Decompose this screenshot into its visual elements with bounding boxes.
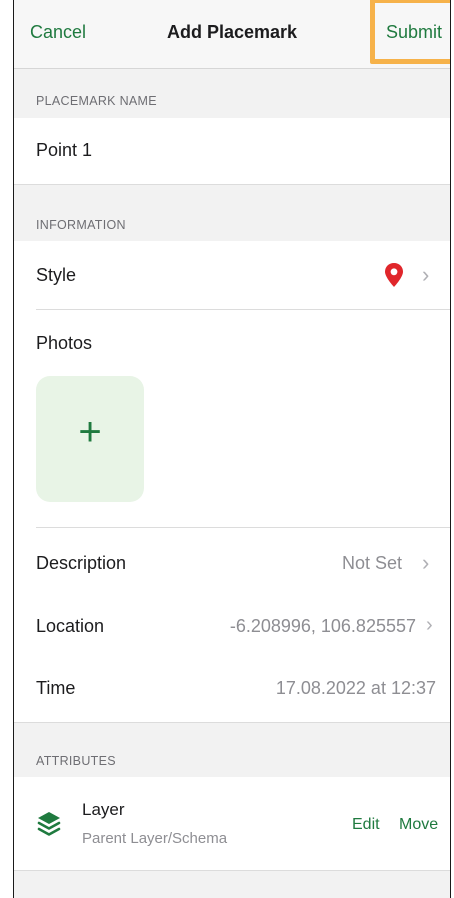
- description-value: Not Set: [341, 553, 402, 573]
- layer-row[interactable]: [14, 777, 450, 871]
- move-button[interactable]: Move: [399, 816, 438, 834]
- chevron-right-icon: ›: [426, 614, 433, 636]
- navigation-bar: Cancel Add Placemark Submit: [14, 0, 450, 69]
- add-photo-button[interactable]: +: [36, 376, 144, 502]
- layers-icon: [37, 812, 61, 836]
- time-row[interactable]: Time 17.08.2022 at 12:37: [14, 660, 450, 720]
- style-label: Style: [36, 265, 77, 285]
- description-label: Description: [36, 553, 127, 573]
- photos-label: Photos: [36, 333, 93, 353]
- placemark-name-header: PLACEMARK NAME: [36, 94, 157, 108]
- plus-icon: +: [78, 410, 102, 454]
- placemark-name-field[interactable]: Point 1: [36, 140, 92, 161]
- location-row[interactable]: Location -6.208996, 106.825557 ›: [14, 598, 450, 658]
- chevron-right-icon: ›: [422, 550, 430, 575]
- submit-button[interactable]: Submit: [386, 22, 442, 43]
- layer-subtitle: Parent Layer/Schema: [82, 830, 228, 847]
- location-label: Location: [36, 616, 105, 636]
- description-row[interactable]: Description Not Set ›: [14, 528, 450, 594]
- information-header: INFORMATION: [36, 218, 126, 232]
- layer-title: Layer: [82, 800, 125, 819]
- app-frame: Cancel Add Placemark Submit PLACEMARK NA…: [13, 0, 451, 898]
- map-pin-icon: [385, 263, 403, 287]
- chevron-right-icon: ›: [422, 262, 430, 287]
- divider: [36, 309, 450, 310]
- style-row[interactable]: Style ›: [14, 241, 450, 309]
- time-value: 17.08.2022 at 12:37: [275, 678, 436, 698]
- location-value: -6.208996, 106.825557: [229, 616, 416, 636]
- time-label: Time: [36, 678, 76, 698]
- attributes-header: ATTRIBUTES: [36, 754, 116, 768]
- edit-button[interactable]: Edit: [352, 816, 380, 834]
- placemark-name-row[interactable]: Point 1: [14, 118, 450, 185]
